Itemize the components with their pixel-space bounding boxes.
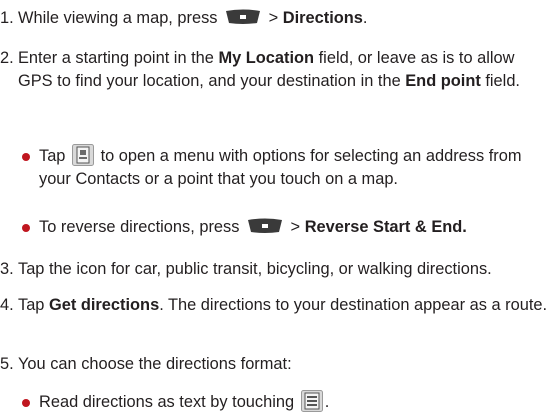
step-text-part: While viewing a map, press [18, 9, 218, 27]
step-bold-term: My Location [218, 49, 315, 67]
step-text: Tap the icon for car, public transit, bi… [18, 260, 492, 278]
bullet-dot [22, 399, 30, 407]
step-text: You can choose the directions format: [18, 355, 292, 373]
bullet-text-part: To reverse directions, press [39, 218, 240, 236]
menu-key-icon [246, 218, 284, 234]
step-text-part: > [268, 9, 283, 27]
bullet-text: Read directions as text by touching . [39, 389, 549, 414]
contact-picker-icon [72, 143, 94, 166]
bullet-text-part: Tap [39, 147, 66, 165]
bullet-text-part: > [290, 218, 305, 236]
bullet-text: To reverse directions, press > Reverse S… [39, 216, 549, 239]
manual-page: 1. While viewing a map, press > Directio… [0, 0, 550, 420]
bullet-text-part: . [324, 393, 330, 411]
step-text-part: field. [480, 72, 520, 90]
list-view-icon [300, 389, 323, 412]
step-text-part: . The directions to your destination app… [159, 296, 548, 314]
step-text: While viewing a map, press > Directions. [18, 7, 548, 30]
step-text-part: . [362, 9, 368, 27]
step-text-part: Enter a starting point in the [18, 49, 219, 67]
step-number: 1. [0, 9, 14, 27]
step-text: Enter a starting point in the My Locatio… [18, 47, 548, 93]
bullet-dot [22, 224, 30, 232]
step-text-part: Tap [18, 296, 49, 314]
bullet-text-part: Read directions as text by touching [39, 393, 295, 411]
step-number: 5. [0, 355, 14, 373]
bullet-bold-term: Reverse Start & End. [304, 218, 467, 236]
step-bold-term: Directions [282, 9, 363, 27]
step-bold-term: Get directions [48, 296, 160, 314]
step-number: 3. [0, 260, 14, 278]
bullet-text: Tap to open a menu with options for sele… [39, 143, 549, 191]
menu-key-icon [224, 9, 262, 25]
bullet-text-part: to open a menu with options for selectin… [39, 147, 522, 188]
bullet-dot [22, 153, 30, 161]
step-number: 2. [0, 49, 14, 67]
step-bold-term: End point [405, 72, 481, 90]
step-text: Tap Get directions. The directions to yo… [18, 294, 548, 317]
step-number: 4. [0, 296, 14, 314]
